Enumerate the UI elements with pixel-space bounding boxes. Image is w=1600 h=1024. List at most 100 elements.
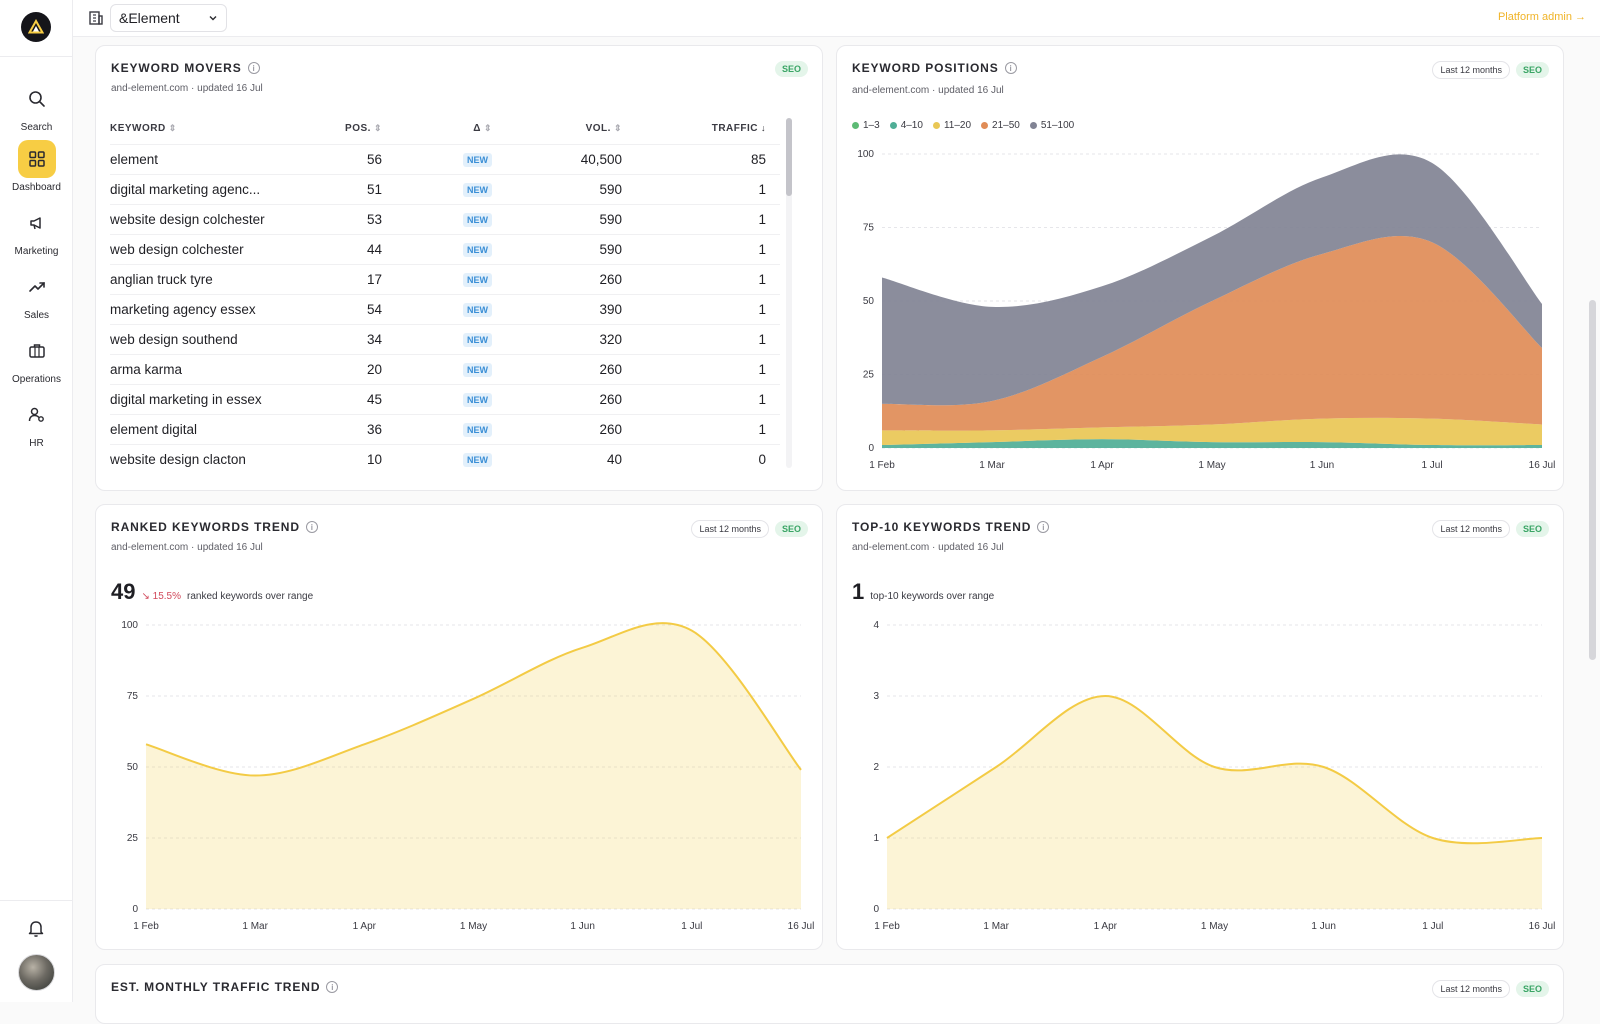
- x-tick-label: 1 May: [460, 921, 487, 932]
- new-badge: NEW: [463, 153, 492, 167]
- x-tick-label: 1 Mar: [983, 921, 1009, 932]
- new-badge: NEW: [463, 363, 492, 377]
- card-subtitle: and-element.com · updated 16 Jul: [111, 83, 263, 94]
- table-row[interactable]: arma karma 20 NEW 260 1: [110, 353, 780, 384]
- sidebar-divider: [0, 56, 73, 57]
- page-scrollbar[interactable]: [1589, 300, 1596, 660]
- column-header-traffic[interactable]: TRAFFIC ↓: [630, 114, 780, 144]
- x-tick-label: 1 Jul: [1421, 460, 1442, 471]
- traffic-cell: 85: [630, 143, 780, 174]
- position-cell: 54: [280, 293, 390, 324]
- seo-badge: SEO: [1515, 981, 1549, 997]
- card-badges: SEO: [774, 61, 808, 77]
- table-row[interactable]: digital marketing in essex 45 NEW 260 1: [110, 383, 780, 414]
- table-row[interactable]: web design colchester 44 NEW 590 1: [110, 233, 780, 264]
- organization-select[interactable]: &Element: [110, 4, 227, 32]
- chevron-down-icon: [209, 16, 217, 21]
- series-area: [887, 696, 1542, 909]
- position-cell: 44: [280, 233, 390, 264]
- x-tick-label: 1 Apr: [1090, 460, 1114, 471]
- table-scrollbar-thumb[interactable]: [786, 118, 792, 196]
- traffic-cell: 1: [630, 353, 780, 384]
- sidebar: Search Dashboard Marketing Sales Operati…: [0, 0, 73, 1002]
- position-cell: 20: [280, 353, 390, 384]
- keyword-cell: digital marketing agenc...: [110, 173, 280, 204]
- nav-item-operations[interactable]: Operations: [0, 332, 73, 385]
- new-badge: NEW: [463, 183, 492, 197]
- table-scrollbar[interactable]: [786, 118, 792, 468]
- delta-cell: NEW: [390, 323, 500, 354]
- table-row[interactable]: element 56 NEW 40,500 85: [110, 143, 780, 174]
- x-tick-label: 1 Mar: [979, 460, 1005, 471]
- notifications-bell-icon[interactable]: [26, 918, 46, 943]
- column-header-vol[interactable]: VOL. ⇕: [500, 114, 630, 144]
- x-tick-label: 1 Jun: [570, 921, 594, 932]
- table-row[interactable]: website design colchester 53 NEW 590 1: [110, 203, 780, 234]
- card-badges: Last 12 months SEO: [1432, 980, 1549, 998]
- x-tick-label: 16 Jul: [788, 921, 815, 932]
- x-tick-label: 1 May: [1198, 460, 1225, 471]
- nav-label-dashboard: Dashboard: [12, 182, 61, 193]
- nav-item-sales[interactable]: Sales: [0, 268, 73, 321]
- date-range-button[interactable]: Last 12 months: [1432, 980, 1510, 998]
- volume-cell: 590: [500, 203, 630, 234]
- position-cell: 53: [280, 203, 390, 234]
- new-badge: NEW: [463, 453, 492, 468]
- delta-cell: NEW: [390, 353, 500, 384]
- y-tick-label: 50: [127, 762, 139, 773]
- info-icon[interactable]: i: [326, 981, 339, 993]
- platform-admin-link[interactable]: Platform admin →: [1498, 11, 1586, 23]
- nav-item-marketing[interactable]: Marketing: [0, 204, 73, 257]
- table-row[interactable]: website design clacton 10 NEW 40 0: [110, 443, 780, 474]
- keyword-cell: website design clacton: [110, 443, 280, 474]
- sort-icon: ⇕: [613, 123, 622, 134]
- x-tick-label: 1 Feb: [874, 921, 900, 932]
- delta-cell: NEW: [390, 233, 500, 264]
- app-logo[interactable]: [21, 12, 51, 42]
- sort-icon: ⇕: [483, 123, 492, 134]
- x-tick-label: 1 Mar: [242, 921, 268, 932]
- logo-triangle-icon: [28, 19, 44, 34]
- nav-item-hr[interactable]: HR: [0, 396, 73, 449]
- dashboard-icon: [17, 140, 56, 178]
- x-tick-label: 16 Jul: [1529, 460, 1556, 471]
- x-tick-label: 1 Jun: [1311, 921, 1335, 932]
- x-tick-label: 1 Apr: [353, 921, 377, 932]
- table-row[interactable]: marketing agency essex 54 NEW 390 1: [110, 293, 780, 324]
- top10-keywords-chart: 0 1 2 3 4 1 Feb 1 Mar 1 Apr 1 May 1 Jun 1 Jul 16 Ju…: [873, 620, 1555, 932]
- table-header-row: KEYWORD ⇕ POS. ⇕ Δ ⇕ VOL. ⇕ TRAFFIC ↓: [110, 114, 780, 144]
- keyword-cell: element: [110, 143, 280, 174]
- delta-cell: NEW: [390, 443, 500, 474]
- series-area: [146, 623, 801, 909]
- nav-label-operations: Operations: [12, 374, 61, 385]
- info-icon[interactable]: i: [247, 62, 260, 74]
- table-row[interactable]: anglian truck tyre 17 NEW 260 1: [110, 263, 780, 294]
- nav-item-dashboard[interactable]: Dashboard: [0, 140, 73, 193]
- column-header-keyword[interactable]: KEYWORD ⇕: [110, 114, 280, 144]
- keyword-movers-title: KEYWORD MOVERS: [111, 61, 242, 75]
- user-avatar[interactable]: [18, 954, 55, 991]
- keyword-cell: anglian truck tyre: [110, 263, 280, 294]
- x-tick-label: 1 Apr: [1094, 921, 1118, 932]
- nav-item-search[interactable]: Search: [0, 80, 73, 133]
- people-icon: [18, 396, 56, 434]
- search-icon: [18, 80, 56, 118]
- sort-icon: ⇕: [168, 123, 177, 134]
- table-row[interactable]: web design southend 34 NEW 320 1: [110, 323, 780, 354]
- y-tick-label: 50: [863, 296, 875, 307]
- table-row[interactable]: digital marketing agenc... 51 NEW 590 1: [110, 173, 780, 204]
- column-header-delta[interactable]: Δ ⇕: [390, 114, 500, 144]
- position-cell: 36: [280, 413, 390, 444]
- position-cell: 45: [280, 383, 390, 414]
- table-row[interactable]: element digital 36 NEW 260 1: [110, 413, 780, 444]
- organization-select-value: &Element: [119, 10, 180, 26]
- delta-cell: NEW: [390, 383, 500, 414]
- column-header-pos[interactable]: POS. ⇕: [280, 114, 390, 144]
- y-tick-label: 1: [873, 833, 879, 844]
- traffic-trend-title: EST. MONTHLY TRAFFIC TREND: [111, 980, 321, 994]
- y-tick-label: 2: [873, 762, 879, 773]
- keyword-positions-card: KEYWORD POSITIONS i and-element.com · up…: [836, 45, 1564, 491]
- keyword-cell: element digital: [110, 413, 280, 444]
- keyword-cell: web design colchester: [110, 233, 280, 264]
- seo-badge: SEO: [774, 61, 808, 77]
